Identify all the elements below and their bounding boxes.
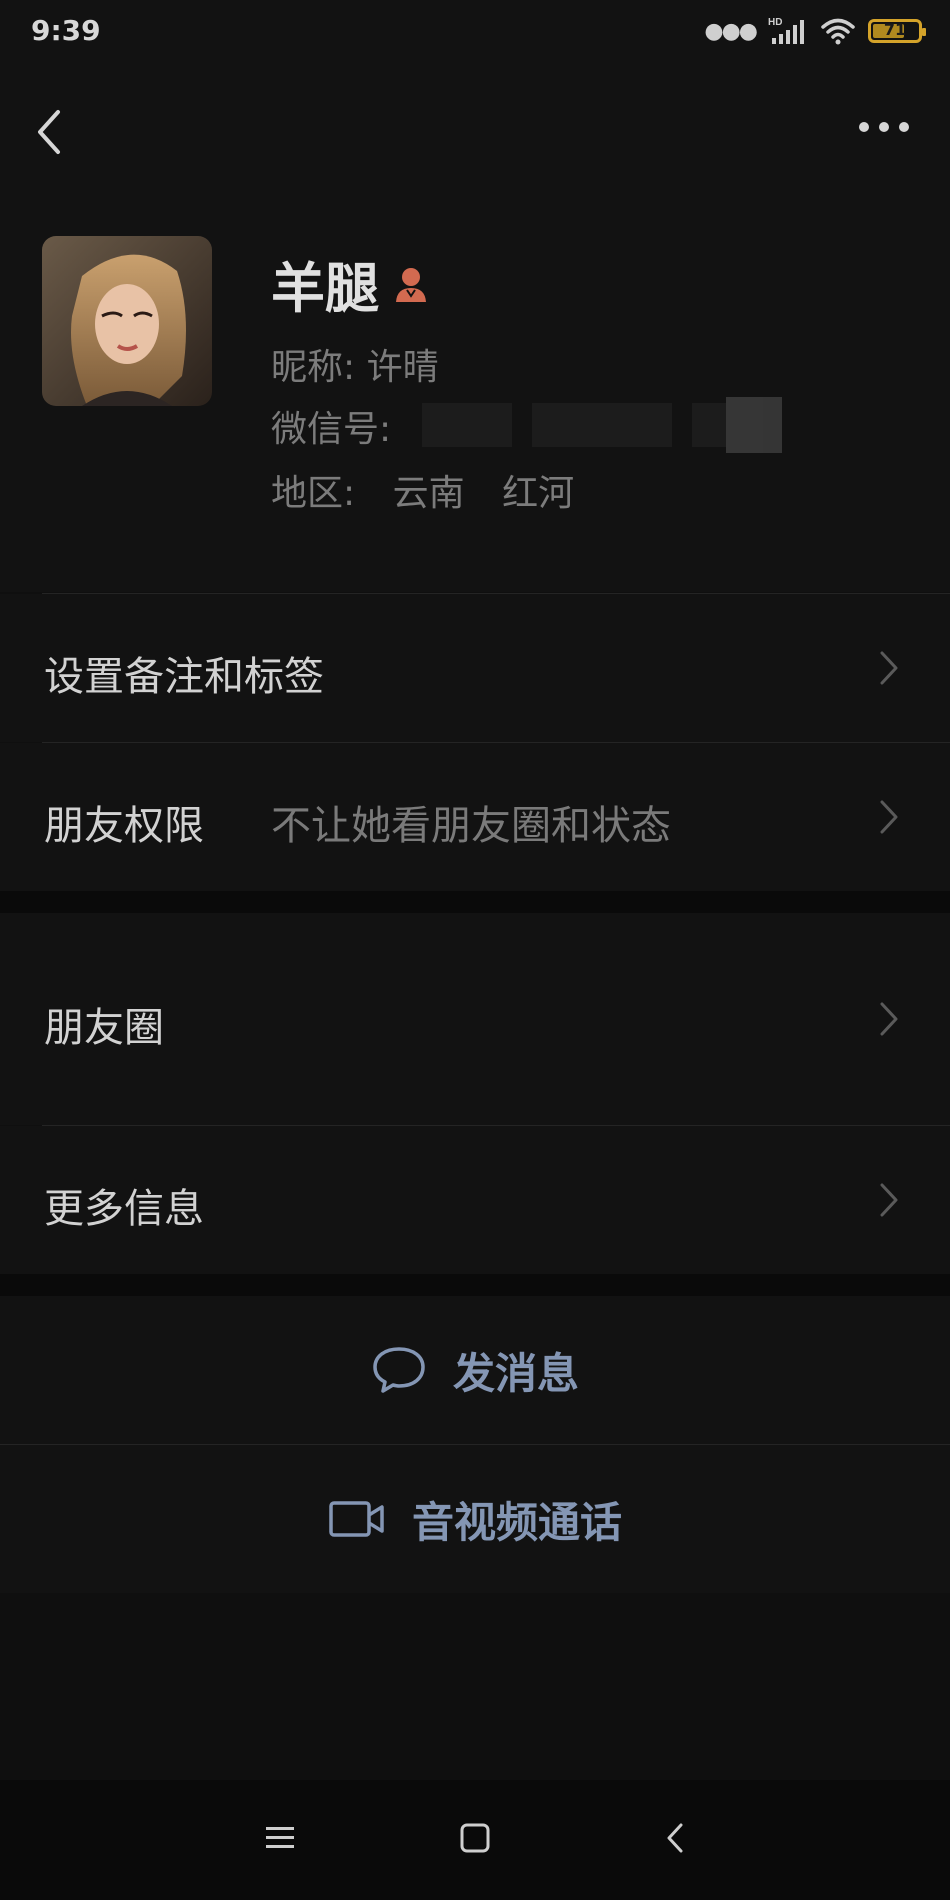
avatar[interactable]	[42, 236, 212, 406]
home-square-icon	[460, 1823, 490, 1853]
status-bar: 9:39 ●●● HD 71	[0, 0, 950, 62]
status-icons: ●●● HD 71	[704, 14, 926, 48]
chevron-right-icon	[880, 651, 898, 685]
video-call-button[interactable]: 音视频通话	[0, 1445, 950, 1593]
system-nav-bar	[0, 1780, 950, 1900]
friend-permissions-label: 朋友权限	[44, 803, 204, 849]
region-label: 地区:	[271, 473, 356, 514]
wechat-id-redacted	[422, 397, 860, 453]
section-gap	[0, 891, 950, 913]
avatar-image	[42, 236, 212, 406]
more-dots-indicator: ●●●	[704, 18, 758, 44]
remark-and-tags-row[interactable]: 设置备注和标签	[0, 594, 950, 742]
friend-permissions-row[interactable]: 朋友权限 不让她看朋友圈和状态	[0, 743, 950, 891]
contact-name: 羊腿	[271, 257, 379, 320]
back-triangle-icon	[667, 1823, 683, 1853]
battery-text: 71	[883, 20, 907, 39]
status-time: 9:39	[31, 14, 101, 47]
moments-row[interactable]: 朋友圈	[0, 913, 950, 1125]
more-info-label: 更多信息	[44, 1186, 204, 1232]
more-options-button[interactable]	[856, 112, 912, 142]
profile-header: 羊腿 昵称: 许晴 微信号: 地区: 云南 红河	[0, 202, 950, 592]
moments-label: 朋友圈	[44, 1005, 164, 1051]
region-city: 红河	[502, 473, 575, 514]
video-call-label: 音视频通话	[411, 1497, 622, 1547]
region: 地区: 云南 红河	[271, 464, 600, 516]
name-row: 羊腿	[271, 244, 431, 323]
chat-bubble-icon	[373, 1347, 425, 1393]
menu-icon	[266, 1827, 294, 1848]
wechat-id-label: 微信号:	[271, 409, 392, 450]
female-icon	[396, 267, 426, 302]
send-message-button[interactable]: 发消息	[0, 1296, 950, 1444]
friend-permissions-value: 不让她看朋友圈和状态	[271, 803, 671, 849]
back-button[interactable]	[30, 102, 74, 162]
send-message-label: 发消息	[452, 1348, 579, 1398]
menu-button[interactable]	[250, 1808, 310, 1868]
nickname: 昵称: 许晴	[271, 347, 439, 388]
video-camera-icon	[329, 1501, 384, 1537]
network-type: HD	[768, 17, 782, 28]
battery-icon: 71	[868, 19, 926, 43]
region-province: 云南	[392, 473, 465, 514]
more-info-row[interactable]: 更多信息	[0, 1126, 950, 1274]
signal-icon: HD	[768, 17, 804, 44]
chevron-right-icon	[880, 1183, 898, 1217]
more-horizontal-icon	[859, 122, 909, 132]
chevron-right-icon	[880, 800, 898, 834]
home-button[interactable]	[445, 1808, 505, 1868]
chevron-left-icon	[38, 110, 60, 154]
top-nav-bar	[0, 62, 950, 202]
chevron-right-icon	[880, 1002, 898, 1036]
remark-and-tags-label: 设置备注和标签	[44, 654, 324, 700]
section-gap	[0, 1274, 950, 1296]
system-back-button[interactable]	[645, 1808, 705, 1868]
wifi-icon	[821, 18, 855, 45]
